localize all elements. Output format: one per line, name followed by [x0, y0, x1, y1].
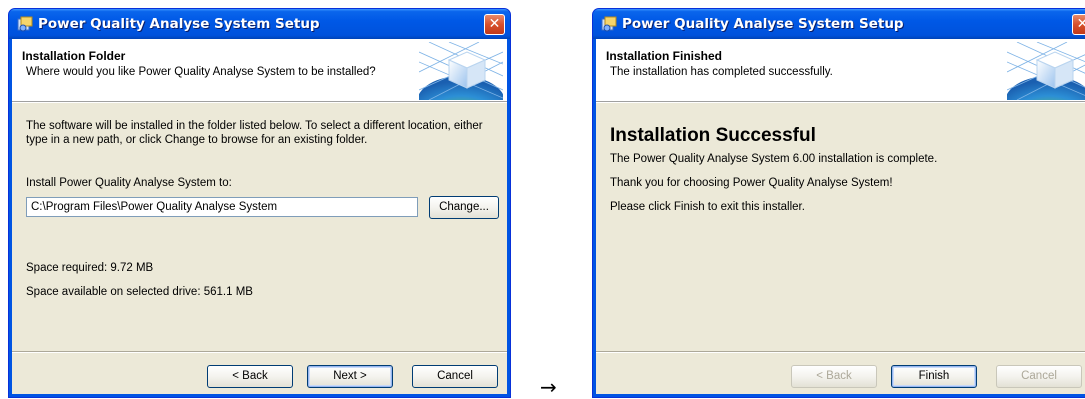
transition-arrow: →	[540, 375, 557, 399]
close-icon: ✕	[1076, 16, 1085, 32]
instruction-text: The software will be installed in the fo…	[26, 120, 483, 146]
close-button[interactable]: ✕	[484, 14, 505, 35]
header-divider	[12, 102, 507, 103]
install-path-input[interactable]	[26, 197, 418, 217]
dialog-body: Installation Folder Where would you like…	[12, 39, 507, 394]
cancel-button: Cancel	[996, 365, 1082, 388]
dialog-header: Installation Folder Where would you like…	[12, 39, 507, 102]
change-button[interactable]: Change...	[429, 196, 499, 219]
header-title: Installation Finished	[606, 49, 723, 63]
header-subtitle: Where would you like Power Quality Analy…	[26, 66, 376, 78]
title-bar[interactable]: Power Quality Analyse System Setup ✕	[593, 9, 1085, 39]
close-icon: ✕	[488, 16, 501, 32]
back-button[interactable]: < Back	[207, 365, 293, 388]
dialog-body: Installation Finished The installation h…	[596, 39, 1085, 394]
setup-window-installation-finished: Power Quality Analyse System Setup ✕ Ins…	[592, 8, 1085, 398]
setup-banner-graphic	[1007, 42, 1085, 100]
close-button[interactable]: ✕	[1072, 14, 1085, 35]
setup-window-installation-folder: Power Quality Analyse System Setup ✕ Ins…	[8, 8, 511, 398]
finish-button[interactable]: Finish	[891, 365, 977, 388]
header-divider	[596, 102, 1085, 103]
install-location-label: Install Power Quality Analyse System to:	[26, 177, 232, 189]
installer-icon	[17, 16, 33, 32]
window-title: Power Quality Analyse System Setup	[38, 16, 320, 32]
next-button[interactable]: Next >	[307, 365, 393, 388]
window-title: Power Quality Analyse System Setup	[622, 16, 904, 32]
back-button: < Back	[791, 365, 877, 388]
installer-icon	[601, 16, 617, 32]
title-bar[interactable]: Power Quality Analyse System Setup ✕	[9, 9, 510, 39]
space-required-text: Space required: 9.72 MB	[26, 262, 154, 274]
thank-you-text: Thank you for choosing Power Quality Ana…	[610, 177, 893, 189]
cancel-button[interactable]: Cancel	[412, 365, 498, 388]
success-heading: Installation Successful	[610, 125, 816, 146]
setup-banner-graphic	[419, 42, 503, 100]
header-subtitle: The installation has completed successfu…	[610, 66, 833, 78]
footer-separator	[12, 351, 507, 353]
completion-text: The Power Quality Analyse System 6.00 in…	[610, 153, 938, 165]
footer-separator	[596, 351, 1085, 353]
header-title: Installation Folder	[22, 49, 126, 63]
exit-instruction-text: Please click Finish to exit this install…	[610, 201, 805, 213]
space-available-text: Space available on selected drive: 561.1…	[26, 286, 253, 298]
dialog-header: Installation Finished The installation h…	[596, 39, 1085, 102]
